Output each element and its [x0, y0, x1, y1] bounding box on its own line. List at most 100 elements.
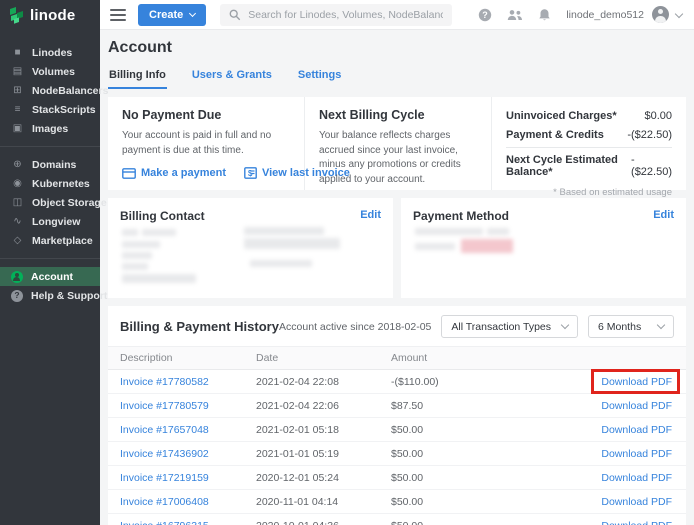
invoice-amount: $50.00 — [391, 418, 533, 442]
menu-icon[interactable] — [110, 9, 126, 21]
sidebar-item-label: Longview — [32, 216, 80, 228]
invoice-row: Invoice #167963152020-10-01 04:36$50.00D… — [108, 514, 686, 525]
redacted-text — [415, 243, 455, 250]
tab-users-grants[interactable]: Users & Grants — [191, 64, 273, 89]
search-input[interactable] — [248, 9, 443, 21]
invoice-date: 2020-12-01 05:24 — [256, 466, 391, 490]
download-pdf-link[interactable]: Download PDF — [601, 448, 672, 460]
search-icon — [229, 9, 241, 21]
linode-logo[interactable]: linode — [0, 0, 100, 30]
invoice-link[interactable]: Invoice #17780579 — [120, 400, 209, 412]
download-pdf-link[interactable]: Download PDF — [601, 472, 672, 484]
billing-history-card: Billing & Payment History Account active… — [108, 306, 686, 525]
top-bar-icons: ? — [478, 8, 551, 22]
top-bar-main: Create ? linode_demo512 — [100, 0, 694, 30]
account-active-since: Account active since 2018-02-05 — [279, 321, 431, 333]
linodes-icon: ■ — [11, 46, 24, 59]
annotation-highlight-box: Download PDF — [601, 376, 672, 388]
search-bar[interactable] — [220, 4, 452, 26]
top-bar: linode Create ? — [0, 0, 694, 30]
sidebar-item-help-support[interactable]: ?Help & Support — [0, 286, 100, 305]
sidebar-item-stackscripts[interactable]: ≡StackScripts — [0, 100, 100, 119]
marketplace-icon: ◇ — [11, 234, 24, 247]
redacted-text — [122, 274, 196, 283]
invoice-link[interactable]: Invoice #17006408 — [120, 496, 209, 508]
sidebar-item-label: Account — [31, 271, 73, 283]
invoice-amount: $87.50 — [391, 394, 533, 418]
sidebar-item-volumes[interactable]: ▤Volumes — [0, 62, 100, 81]
community-icon[interactable] — [507, 9, 523, 21]
invoice-icon: $ — [244, 167, 257, 179]
invoice-amount: $50.00 — [391, 490, 533, 514]
invoice-link[interactable]: Invoice #17219159 — [120, 472, 209, 484]
billing-total-value: $0.00 — [644, 110, 672, 122]
invoice-amount: $50.00 — [391, 442, 533, 466]
billing-history-table: Description Date Amount Invoice #1778058… — [108, 346, 686, 525]
payment-method-card: Payment Method Edit — [401, 198, 686, 298]
invoice-row: Invoice #170064082020-11-01 04:14$50.00D… — [108, 490, 686, 514]
redacted-text — [122, 263, 148, 270]
avatar[interactable] — [652, 6, 669, 23]
sidebar-item-label: Object Storage — [32, 197, 107, 209]
tab-billing-info[interactable]: Billing Info — [108, 64, 167, 89]
transaction-type-select[interactable]: All Transaction Types — [441, 315, 578, 338]
sidebar-item-linodes[interactable]: ■Linodes — [0, 43, 100, 62]
payment-method-title: Payment Method — [413, 209, 674, 223]
sidebar-item-nodebalancers[interactable]: ⊞NodeBalancers — [0, 81, 100, 100]
estimated-usage-footnote: * Based on estimated usage — [506, 187, 672, 198]
sidebar-item-account[interactable]: Account — [0, 267, 100, 286]
column-header-amount[interactable]: Amount — [391, 347, 533, 370]
column-header-date[interactable]: Date — [256, 347, 391, 370]
redacted-text — [244, 238, 340, 249]
invoice-date: 2021-02-04 22:06 — [256, 394, 391, 418]
time-range-select[interactable]: 6 Months — [588, 315, 674, 338]
sidebar-item-label: Images — [32, 123, 68, 135]
next-billing-cycle-text: Your balance reflects charges accrued si… — [319, 129, 477, 187]
billing-contact-title: Billing Contact — [120, 209, 381, 223]
invoice-row: Invoice #172191592020-12-01 05:24$50.00D… — [108, 466, 686, 490]
billing-contact-edit-button[interactable]: Edit — [360, 209, 381, 221]
invoice-row: Invoice #176570482021-02-01 05:18$50.00D… — [108, 418, 686, 442]
billing-summary-card: No Payment Due Your account is paid in f… — [108, 97, 686, 190]
username[interactable]: linode_demo512 — [566, 9, 644, 21]
download-pdf-link[interactable]: Download PDF — [601, 376, 672, 388]
sidebar-item-marketplace[interactable]: ◇Marketplace — [0, 231, 100, 250]
redacted-text — [142, 229, 176, 236]
download-pdf-link[interactable]: Download PDF — [601, 520, 672, 525]
billing-total-value: -($22.50) — [631, 154, 672, 178]
sidebar-item-longview[interactable]: ∿Longview — [0, 212, 100, 231]
sidebar-item-domains[interactable]: ⊕Domains — [0, 155, 100, 174]
billing-total-label: Payment & Credits — [506, 129, 604, 141]
invoice-link[interactable]: Invoice #17436902 — [120, 448, 209, 460]
download-pdf-link[interactable]: Download PDF — [601, 400, 672, 412]
tab-settings[interactable]: Settings — [297, 64, 342, 89]
payment-method-edit-button[interactable]: Edit — [653, 209, 674, 221]
invoice-row: Invoice #174369022021-01-01 05:19$50.00D… — [108, 442, 686, 466]
create-button[interactable]: Create — [138, 4, 206, 26]
sidebar-item-kubernetes[interactable]: ◉Kubernetes — [0, 174, 100, 193]
invoice-row: Invoice #177805822021-02-04 22:08-($110.… — [108, 370, 686, 394]
help-icon[interactable]: ? — [478, 8, 492, 22]
create-button-label: Create — [149, 9, 183, 21]
invoice-link[interactable]: Invoice #16796315 — [120, 520, 209, 525]
billing-total-value: -($22.50) — [627, 129, 672, 141]
make-a-payment-link[interactable]: Make a payment — [122, 167, 226, 179]
sidebar-item-label: Help & Support — [31, 290, 107, 302]
sidebar-divider — [0, 146, 100, 147]
invoice-link[interactable]: Invoice #17780582 — [120, 376, 209, 388]
column-header-actions — [533, 347, 686, 370]
download-pdf-link[interactable]: Download PDF — [601, 424, 672, 436]
notifications-icon[interactable] — [538, 8, 551, 22]
download-pdf-link[interactable]: Download PDF — [601, 496, 672, 508]
redacted-text — [244, 227, 324, 235]
invoice-date: 2021-02-04 22:08 — [256, 370, 391, 394]
sidebar-item-object-storage[interactable]: ◫Object Storage — [0, 193, 100, 212]
column-header-description[interactable]: Description — [108, 347, 256, 370]
linode-logo-icon — [9, 7, 25, 24]
invoice-link[interactable]: Invoice #17657048 — [120, 424, 209, 436]
account-menu-chevron-icon[interactable] — [675, 9, 683, 17]
help-support-icon: ? — [11, 290, 23, 302]
invoice-row: Invoice #17780579 2021-02-04 22:06$87.50 D… — [108, 394, 686, 418]
payment-card-icon — [122, 168, 136, 179]
sidebar-item-images[interactable]: ▣Images — [0, 119, 100, 138]
